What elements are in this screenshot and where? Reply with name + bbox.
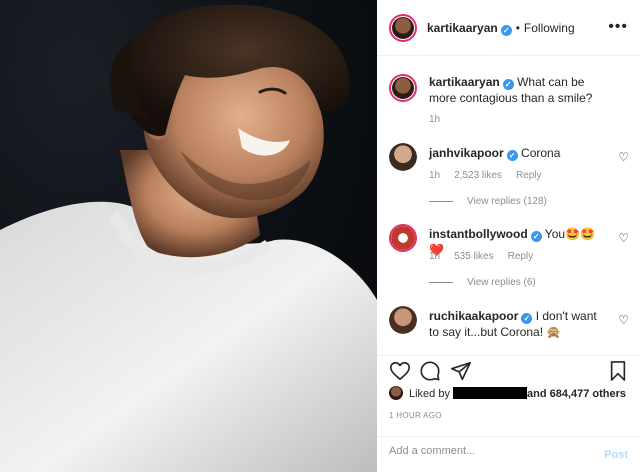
redacted-username — [452, 387, 527, 399]
comment-likes[interactable]: 535 likes — [454, 251, 493, 262]
commenter-username[interactable]: ruchikaakapoor — [429, 309, 518, 323]
author-avatar[interactable] — [389, 14, 417, 42]
post-photo-illustration — [0, 4, 377, 472]
comment-text-block: janhvikapoor ✓ Corona — [429, 145, 609, 161]
more-options-icon[interactable]: ••• — [608, 18, 628, 36]
view-replies-button[interactable]: View replies (128) — [429, 196, 547, 207]
commenter-username[interactable]: janhvikapoor — [429, 146, 504, 160]
comments-list: kartikaaryan ✓ What can be more contagiou… — [377, 57, 640, 355]
comment-likes[interactable]: 2,523 likes — [454, 170, 502, 181]
verified-badge-icon: ✓ — [521, 313, 533, 324]
bookmark-icon[interactable] — [608, 360, 628, 385]
comment-icon[interactable] — [419, 360, 441, 385]
comment-like-heart-icon[interactable]: ♡ — [618, 313, 629, 327]
comment-age: 1h — [429, 170, 441, 181]
comment-meta: 1h 2,523 likes Reply — [429, 170, 556, 181]
add-comment-input[interactable] — [389, 445, 589, 457]
author-username[interactable]: kartikaaryan — [427, 21, 498, 35]
post-comment-button[interactable]: Post — [604, 449, 628, 461]
likes-prefix: Liked by — [409, 388, 450, 400]
post-timestamp[interactable]: 1 HOUR AGO — [389, 411, 442, 420]
following-button[interactable]: Following — [524, 21, 575, 35]
caption: kartikaaryan ✓ What can be more contagiou… — [389, 72, 629, 132]
likes-summary: Liked by and 684,477 others — [389, 386, 626, 400]
comment-text: Corona — [521, 146, 561, 160]
post-photo[interactable] — [0, 0, 377, 472]
commenter-username[interactable]: instantbollywood — [429, 227, 528, 241]
caption-age: 1h — [429, 114, 441, 125]
view-replies-label: View replies (128) — [467, 196, 547, 207]
comment-meta: 1h 535 likes Reply — [429, 251, 547, 262]
verified-badge-icon: ✓ — [530, 231, 542, 242]
caption-meta: 1h — [429, 114, 454, 125]
replies-line — [429, 281, 453, 283]
liker-avatar[interactable] — [389, 386, 403, 400]
header-line: kartikaaryan ✓ • Following — [427, 21, 575, 36]
post-header: kartikaaryan ✓ • Following ••• — [377, 0, 640, 56]
comment-age: 1h — [429, 251, 441, 262]
comment-item: janhvikapoor ✓ Corona ♡ 1h 2,523 likes Repl… — [389, 141, 629, 213]
reply-button[interactable]: Reply — [516, 170, 542, 181]
caption-avatar[interactable] — [389, 74, 417, 102]
view-replies-label: View replies (6) — [467, 277, 536, 288]
comment-item: ruchikaakapoor ✓ I don't want to say it..… — [389, 304, 629, 354]
send-icon[interactable] — [450, 360, 472, 385]
comment-like-heart-icon[interactable]: ♡ — [618, 231, 629, 245]
comment-item: instantbollywood ✓ You🤩🤩❤️ ♡ 1h 535 likes R… — [389, 222, 629, 294]
add-comment-bar: Post — [377, 436, 640, 472]
verified-badge-icon: ✓ — [500, 25, 512, 36]
caption-username[interactable]: kartikaaryan — [429, 75, 500, 89]
replies-line — [429, 200, 453, 202]
verified-badge-icon: ✓ — [506, 150, 518, 161]
caption-text-block: kartikaaryan ✓ What can be more contagiou… — [429, 74, 609, 106]
reply-button[interactable]: Reply — [508, 251, 534, 262]
post-actions: Liked by and 684,477 others 1 HOUR AGO Po… — [377, 355, 640, 472]
commenter-avatar[interactable] — [389, 143, 417, 171]
commenter-avatar[interactable] — [389, 224, 417, 252]
post-details-panel: kartikaaryan ✓ • Following ••• kartikaaryan… — [377, 0, 640, 472]
view-replies-button[interactable]: View replies (6) — [429, 277, 536, 288]
verified-badge-icon: ✓ — [502, 79, 514, 90]
comment-like-heart-icon[interactable]: ♡ — [618, 150, 629, 164]
heart-icon[interactable] — [389, 360, 411, 385]
likes-count[interactable]: and 684,477 others — [527, 388, 626, 400]
commenter-avatar[interactable] — [389, 306, 417, 334]
separator-dot: • — [515, 21, 520, 35]
comment-text-block: ruchikaakapoor ✓ I don't want to say it..… — [429, 308, 609, 340]
